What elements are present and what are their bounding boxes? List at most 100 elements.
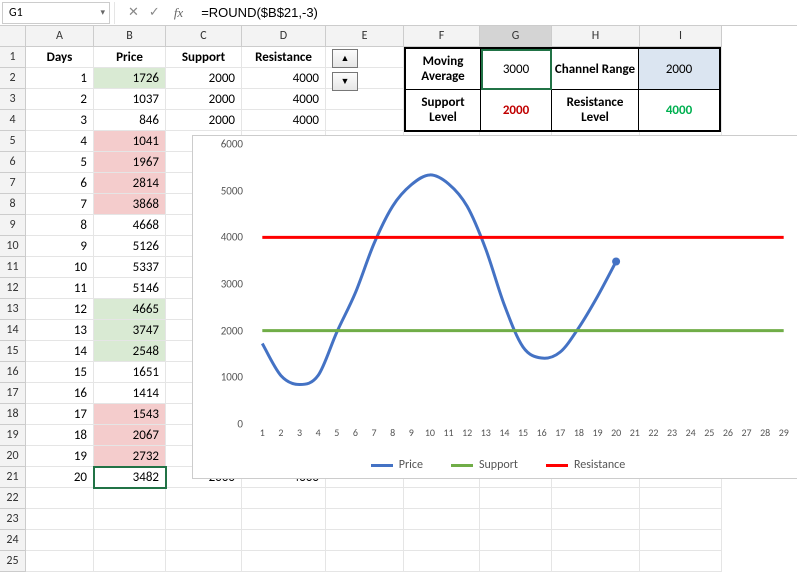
cell-B8[interactable]: 3868 (94, 194, 166, 215)
row-header-8[interactable]: 8 (0, 194, 26, 215)
cell-D24[interactable] (242, 530, 326, 551)
cell-I24[interactable] (640, 530, 722, 551)
cell-F23[interactable] (404, 509, 480, 530)
cell-B12[interactable]: 5146 (94, 278, 166, 299)
cell-C4[interactable]: 2000 (166, 110, 242, 131)
col-header-E[interactable]: E (326, 26, 404, 47)
cell-G24[interactable] (480, 530, 552, 551)
resistance-level-value[interactable]: 4000 (639, 90, 720, 131)
cell-B14[interactable]: 3747 (94, 320, 166, 341)
spinner-up-button[interactable]: ▲ (332, 49, 358, 68)
row-header-21[interactable]: 21 (0, 467, 26, 488)
cell-D23[interactable] (242, 509, 326, 530)
cell-A9[interactable]: 8 (26, 215, 94, 236)
cell-B20[interactable]: 2732 (94, 446, 166, 467)
cell-B1[interactable]: Price (94, 47, 166, 68)
cell-B11[interactable]: 5337 (94, 257, 166, 278)
row-header-1[interactable]: 1 (0, 47, 26, 68)
cell-B2[interactable]: 1726 (94, 68, 166, 89)
cell-B19[interactable]: 2067 (94, 425, 166, 446)
cell-D22[interactable] (242, 488, 326, 509)
cell-E23[interactable] (326, 509, 404, 530)
select-all-corner[interactable] (0, 26, 26, 47)
channel-range-value[interactable]: 2000 (639, 49, 720, 90)
row-header-9[interactable]: 9 (0, 215, 26, 236)
cell-A16[interactable]: 15 (26, 362, 94, 383)
cell-A21[interactable]: 20 (26, 467, 94, 488)
row-header-10[interactable]: 10 (0, 236, 26, 257)
cell-E4[interactable] (326, 110, 404, 131)
col-header-A[interactable]: A (26, 26, 94, 47)
cell-B4[interactable]: 846 (94, 110, 166, 131)
cell-I25[interactable] (640, 551, 722, 572)
cell-H25[interactable] (552, 551, 640, 572)
row-header-17[interactable]: 17 (0, 383, 26, 404)
cell-D3[interactable]: 4000 (242, 89, 326, 110)
cell-I22[interactable] (640, 488, 722, 509)
formula-input[interactable] (195, 2, 797, 24)
col-header-D[interactable]: D (242, 26, 326, 47)
row-header-25[interactable]: 25 (0, 551, 26, 572)
row-header-23[interactable]: 23 (0, 509, 26, 530)
cell-F25[interactable] (404, 551, 480, 572)
cell-B17[interactable]: 1414 (94, 383, 166, 404)
accept-icon[interactable]: ✓ (149, 5, 160, 20)
cell-B9[interactable]: 4668 (94, 215, 166, 236)
col-header-I[interactable]: I (640, 26, 722, 47)
cell-A19[interactable]: 18 (26, 425, 94, 446)
cell-B24[interactable] (94, 530, 166, 551)
row-header-22[interactable]: 22 (0, 488, 26, 509)
cell-G22[interactable] (480, 488, 552, 509)
cell-C22[interactable] (166, 488, 242, 509)
row-header-5[interactable]: 5 (0, 131, 26, 152)
cell-D2[interactable]: 4000 (242, 68, 326, 89)
row-header-2[interactable]: 2 (0, 68, 26, 89)
cell-A1[interactable]: Days (26, 47, 94, 68)
cell-H23[interactable] (552, 509, 640, 530)
row-header-12[interactable]: 12 (0, 278, 26, 299)
cell-A22[interactable] (26, 488, 94, 509)
cell-E22[interactable] (326, 488, 404, 509)
cell-I23[interactable] (640, 509, 722, 530)
cell-B22[interactable] (94, 488, 166, 509)
cell-H24[interactable] (552, 530, 640, 551)
row-header-15[interactable]: 15 (0, 341, 26, 362)
moving-average-value[interactable]: 3000 (481, 49, 552, 90)
cell-B23[interactable] (94, 509, 166, 530)
cell-A17[interactable]: 16 (26, 383, 94, 404)
grid-body[interactable]: DaysPriceSupportResistance 1172620004000… (26, 47, 797, 572)
cell-A4[interactable]: 3 (26, 110, 94, 131)
chevron-down-icon[interactable]: ▾ (100, 7, 105, 18)
cell-D1[interactable]: Resistance (242, 47, 326, 68)
cell-B5[interactable]: 1041 (94, 131, 166, 152)
row-header-6[interactable]: 6 (0, 152, 26, 173)
cell-A23[interactable] (26, 509, 94, 530)
col-header-F[interactable]: F (404, 26, 480, 47)
cell-C3[interactable]: 2000 (166, 89, 242, 110)
cell-A8[interactable]: 7 (26, 194, 94, 215)
cell-A18[interactable]: 17 (26, 404, 94, 425)
cell-A7[interactable]: 6 (26, 173, 94, 194)
cell-F22[interactable] (404, 488, 480, 509)
fx-icon[interactable]: fx (170, 5, 187, 21)
cancel-icon[interactable]: ✕ (128, 5, 139, 20)
col-header-B[interactable]: B (94, 26, 166, 47)
cell-B3[interactable]: 1037 (94, 89, 166, 110)
cell-B6[interactable]: 1967 (94, 152, 166, 173)
row-header-13[interactable]: 13 (0, 299, 26, 320)
row-header-18[interactable]: 18 (0, 404, 26, 425)
cell-D25[interactable] (242, 551, 326, 572)
cell-A5[interactable]: 4 (26, 131, 94, 152)
chart[interactable]: 0100020003000400050006000 4000 2000 1234… (192, 135, 797, 479)
cell-E24[interactable] (326, 530, 404, 551)
cell-A13[interactable]: 12 (26, 299, 94, 320)
col-header-H[interactable]: H (552, 26, 640, 47)
row-header-24[interactable]: 24 (0, 530, 26, 551)
cell-A10[interactable]: 9 (26, 236, 94, 257)
col-header-G[interactable]: G (480, 26, 552, 47)
row-header-3[interactable]: 3 (0, 89, 26, 110)
row-header-20[interactable]: 20 (0, 446, 26, 467)
cell-H22[interactable] (552, 488, 640, 509)
cell-B7[interactable]: 2814 (94, 173, 166, 194)
cell-A2[interactable]: 1 (26, 68, 94, 89)
